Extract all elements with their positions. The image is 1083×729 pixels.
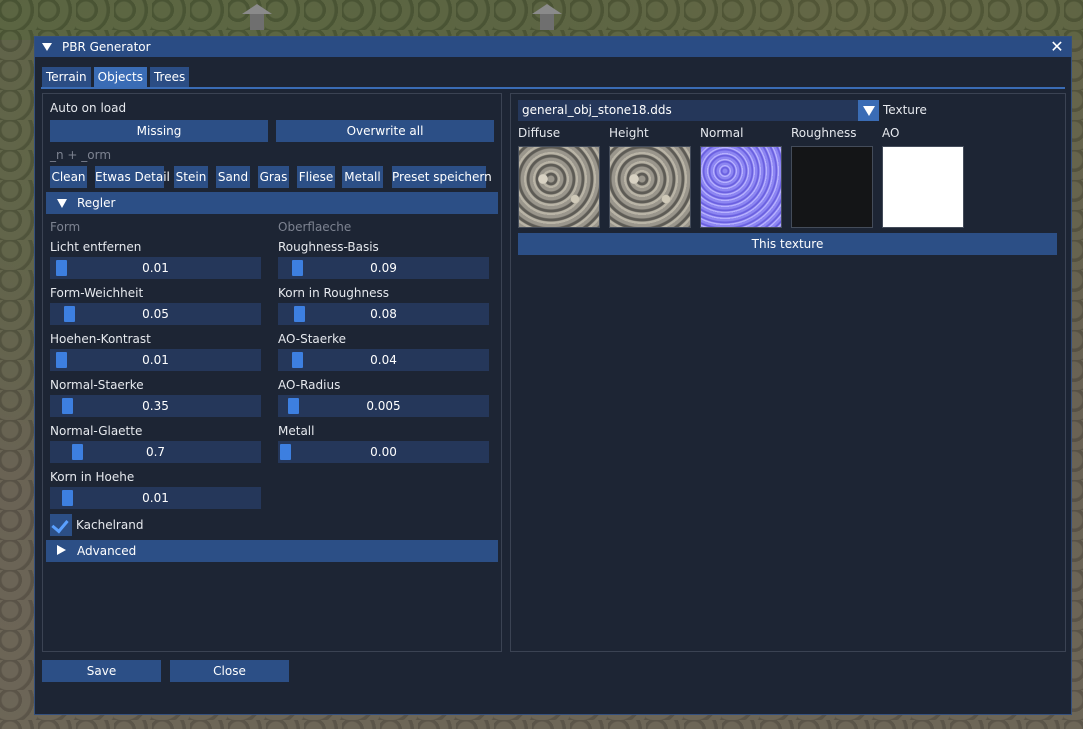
roughness-preview	[791, 146, 873, 228]
hoehen-kontrast-slider[interactable]: 0.01	[50, 349, 261, 371]
normal-glaette-slider[interactable]: 0.7	[50, 441, 261, 463]
checkmark-icon	[51, 515, 69, 534]
licht-entfernen-slider[interactable]: 0.01	[50, 257, 261, 279]
expanded-triangle-icon	[57, 199, 67, 208]
tab-objects[interactable]: Objects	[93, 67, 147, 87]
preset-fliese-button[interactable]: Fliese	[297, 166, 335, 188]
slider-label: Hoehen-Kontrast	[50, 332, 151, 346]
slider-label: Metall	[278, 424, 315, 438]
slider-label: AO-Staerke	[278, 332, 347, 346]
kachelrand-checkbox[interactable]	[50, 514, 72, 536]
metall-slider[interactable]: 0.00	[278, 441, 489, 463]
ao-radius-slider[interactable]: 0.005	[278, 395, 489, 417]
slider-value: 0.01	[142, 261, 169, 275]
tab-terrain[interactable]: Terrain	[42, 67, 91, 87]
settings-panel: Auto on load Missing Overwrite all _n + …	[42, 93, 502, 652]
slider-value: 0.09	[370, 261, 397, 275]
slider-label: Roughness-Basis	[278, 240, 379, 254]
ao-staerke-slider[interactable]: 0.04	[278, 349, 489, 371]
normal-staerke-slider[interactable]: 0.35	[50, 395, 261, 417]
preset-clean-button[interactable]: Clean	[50, 166, 87, 188]
tab-bar: Terrain Objects Trees	[42, 67, 190, 87]
slider-value: 0.35	[142, 399, 169, 413]
advanced-header-label: Advanced	[77, 544, 137, 558]
slider-value: 0.01	[142, 491, 169, 505]
background-lantern	[530, 0, 564, 30]
roughness-basis-slider[interactable]: 0.09	[278, 257, 489, 279]
window-title: PBR Generator	[62, 40, 151, 54]
preset-gras-button[interactable]: Gras	[258, 166, 289, 188]
slider-value: 0.7	[145, 445, 166, 459]
ao-preview	[882, 146, 964, 228]
preset-etwas-detail-button[interactable]: Etwas Detail	[95, 166, 170, 188]
slider-label: AO-Radius	[278, 378, 341, 392]
auto-on-load-label: Auto on load	[50, 101, 127, 115]
regler-header[interactable]: Regler	[46, 192, 498, 214]
collapsed-triangle-icon	[57, 545, 66, 555]
save-button[interactable]: Save	[42, 660, 161, 682]
map-label-height: Height	[609, 126, 649, 140]
texture-label: Texture	[883, 103, 927, 117]
tab-underline	[41, 87, 1065, 89]
slider-value: 0.05	[142, 307, 169, 321]
korn-in-roughness-slider[interactable]: 0.08	[278, 303, 489, 325]
slider-label: Normal-Glaette	[50, 424, 143, 438]
map-label-normal: Normal	[700, 126, 744, 140]
slider-label: Korn in Hoehe	[50, 470, 135, 484]
this-texture-button[interactable]: This texture	[518, 233, 1057, 255]
preset-stein-button[interactable]: Stein	[174, 166, 208, 188]
oberflaeche-heading: Oberflaeche	[278, 220, 352, 234]
slider-value: 0.00	[370, 445, 397, 459]
pbr-generator-window: PBR Generator ✕ Terrain Objects Trees Au…	[34, 36, 1072, 715]
missing-button[interactable]: Missing	[50, 120, 268, 142]
window-titlebar[interactable]: PBR Generator ✕	[35, 37, 1071, 57]
kachelrand-label: Kachelrand	[76, 518, 144, 532]
suffix-hint: _n + _orm	[50, 148, 112, 162]
map-label-diffuse: Diffuse	[518, 126, 561, 140]
overwrite-all-button[interactable]: Overwrite all	[276, 120, 494, 142]
slider-label: Form-Weichheit	[50, 286, 144, 300]
preset-metall-button[interactable]: Metall	[342, 166, 383, 188]
slider-value: 0.005	[366, 399, 401, 413]
chevron-down-icon[interactable]	[858, 100, 879, 121]
map-label-ao: AO	[882, 126, 900, 140]
slider-label: Normal-Staerke	[50, 378, 144, 392]
slider-value: 0.01	[142, 353, 169, 367]
tab-trees[interactable]: Trees	[149, 67, 190, 87]
form-heading: Form	[50, 220, 81, 234]
collapse-triangle-icon[interactable]	[42, 43, 52, 51]
advanced-header[interactable]: Advanced	[46, 540, 498, 562]
form-weichheit-slider[interactable]: 0.05	[50, 303, 261, 325]
korn-in-hoehe-slider[interactable]: 0.01	[50, 487, 261, 509]
normal-preview	[700, 146, 782, 228]
slider-value: 0.08	[370, 307, 397, 321]
close-button[interactable]: Close	[170, 660, 289, 682]
background-lantern	[240, 0, 274, 30]
close-icon[interactable]: ✕	[1049, 38, 1065, 56]
preset-save-button[interactable]: Preset speichern	[392, 166, 492, 188]
slider-label: Licht entfernen	[50, 240, 142, 254]
preset-sand-button[interactable]: Sand	[216, 166, 250, 188]
texture-select[interactable]: general_obj_stone18.dds	[518, 100, 879, 121]
slider-label: Korn in Roughness	[278, 286, 389, 300]
regler-header-label: Regler	[77, 196, 116, 210]
height-preview	[609, 146, 691, 228]
diffuse-preview	[518, 146, 600, 228]
slider-value: 0.04	[370, 353, 397, 367]
texture-select-value: general_obj_stone18.dds	[522, 103, 672, 117]
map-label-roughness: Roughness	[791, 126, 857, 140]
